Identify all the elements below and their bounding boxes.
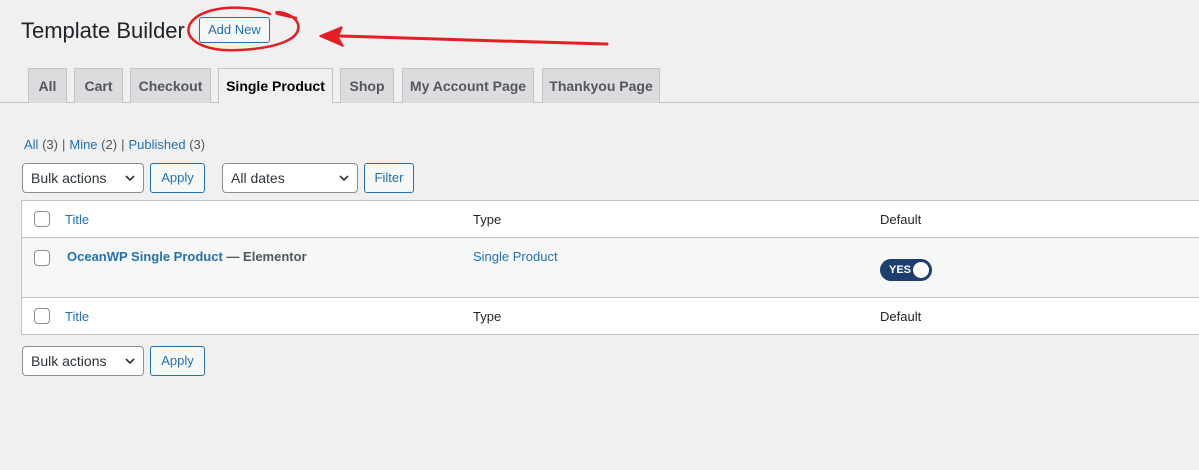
bulk-actions-select[interactable]: Bulk actions <box>22 163 144 193</box>
table-header-row: Title Type Default <box>22 201 1199 238</box>
apply-button[interactable]: Apply <box>150 163 205 193</box>
view-filter-links: All (3) | Mine (2) | Published (3) <box>24 137 205 152</box>
template-title-link[interactable]: OceanWP Single Product <box>67 249 223 264</box>
bulk-actions-value: Bulk actions <box>31 353 107 369</box>
bulk-actions-select-bottom[interactable]: Bulk actions <box>22 346 144 376</box>
page-title: Template Builder <box>21 18 185 43</box>
tab-thankyou-page[interactable]: Thankyou Page <box>542 68 660 103</box>
tab-checkout[interactable]: Checkout <box>130 68 211 103</box>
chevron-down-icon <box>125 175 135 182</box>
toggle-knob <box>913 262 929 278</box>
apply-button-bottom[interactable]: Apply <box>150 346 205 376</box>
page: Template Builder Add New All Cart Checko… <box>0 0 1199 470</box>
post-state: — Elementor <box>226 249 307 264</box>
separator: | <box>121 137 125 152</box>
column-type-footer: Type <box>473 309 502 324</box>
annotation-arrow-line <box>338 34 609 46</box>
table-footer-row: Title Type Default <box>22 298 1199 335</box>
toggle-label: YES <box>889 264 912 276</box>
column-title-sort-footer[interactable]: Title <box>65 309 89 324</box>
row-title: OceanWP Single Product — Elementor <box>67 249 307 264</box>
filter-link-mine[interactable]: Mine (2) <box>69 137 117 152</box>
column-default: Default <box>880 212 922 227</box>
template-type-tabs: All Cart Checkout Single Product Shop My… <box>0 68 1199 104</box>
filter-button[interactable]: Filter <box>364 163 414 193</box>
select-all-checkbox[interactable] <box>34 211 50 227</box>
template-type-link[interactable]: Single Product <box>473 249 558 264</box>
tab-single-product[interactable]: Single Product <box>218 68 333 104</box>
chevron-down-icon <box>339 175 349 182</box>
table-row: OceanWP Single Product — Elementor Singl… <box>22 238 1199 298</box>
separator: | <box>61 137 66 152</box>
tab-all[interactable]: All <box>28 68 67 103</box>
dates-select[interactable]: All dates <box>222 163 358 193</box>
default-toggle[interactable]: YES <box>880 259 932 281</box>
annotation-arrow-head <box>319 26 344 47</box>
bulk-actions-value: Bulk actions <box>31 170 107 186</box>
tab-shop[interactable]: Shop <box>340 68 394 103</box>
filter-link-published[interactable]: Published (3) <box>128 137 205 152</box>
row-checkbox[interactable] <box>34 250 50 266</box>
templates-table: Title Type Default OceanWP Single Produc… <box>21 200 1199 335</box>
dates-value: All dates <box>231 170 285 186</box>
column-default-footer: Default <box>880 309 922 324</box>
tab-cart[interactable]: Cart <box>74 68 123 103</box>
column-type: Type <box>473 212 502 227</box>
column-title-sort[interactable]: Title <box>65 212 89 227</box>
tab-my-account-page[interactable]: My Account Page <box>402 68 534 103</box>
filter-link-all[interactable]: All (3) <box>24 137 58 152</box>
select-all-checkbox-footer[interactable] <box>34 308 50 324</box>
chevron-down-icon <box>125 358 135 365</box>
add-new-button[interactable]: Add New <box>199 17 270 43</box>
